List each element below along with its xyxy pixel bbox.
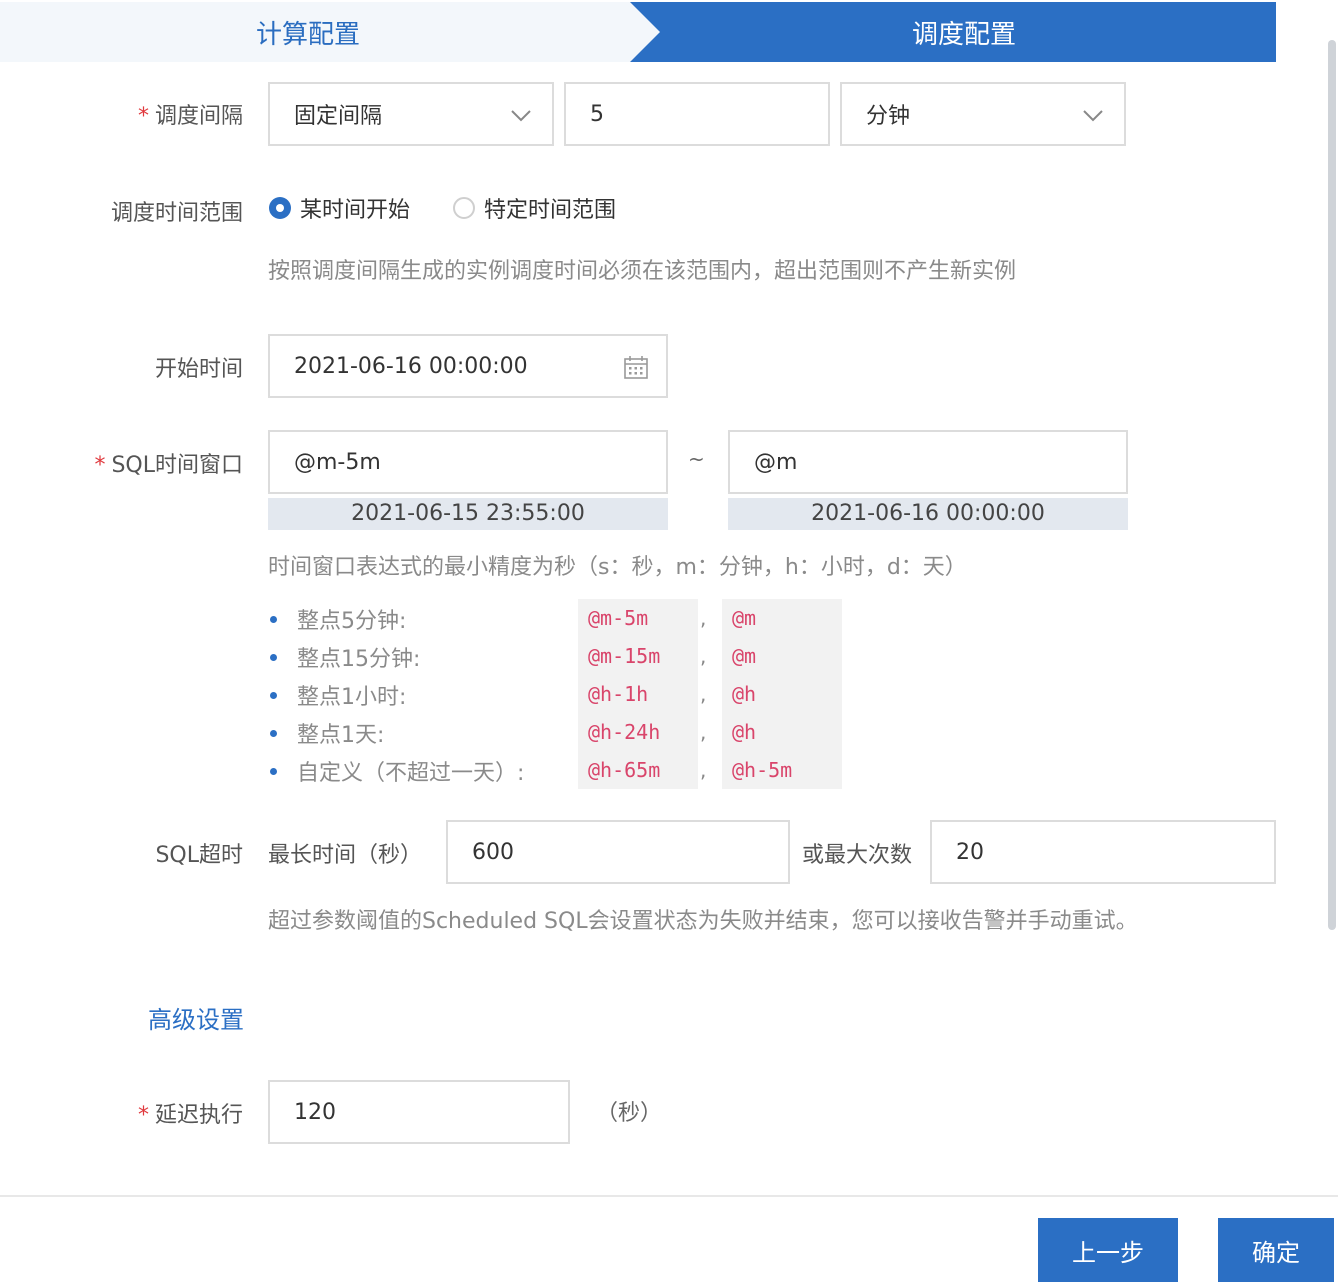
bullet-icon (270, 692, 277, 699)
time-range-hint: 按照调度间隔生成的实例调度时间必须在该范围内，超出范围则不产生新实例 (268, 259, 1017, 284)
start-time-picker[interactable]: 2021-06-16 00:00:00 (268, 334, 668, 398)
advanced-settings-link[interactable]: 高级设置 (148, 1000, 244, 1035)
sql-window-to-input[interactable]: @m (728, 430, 1128, 494)
delay-input[interactable]: 120 (268, 1080, 570, 1144)
calendar-icon[interactable] (624, 356, 648, 380)
max-time-label: 最长时间（秒） (268, 843, 423, 868)
time-range-label: 调度时间范围 (110, 201, 243, 226)
sql-window-label: * SQL时间窗口 (94, 453, 243, 478)
interval-number-value: 5 (590, 101, 604, 127)
interval-unit-select[interactable]: 分钟 (840, 82, 1126, 146)
bullet-icon (270, 730, 277, 737)
delay-label: * 延迟执行 (137, 1103, 243, 1128)
sql-window-to-value: @m (754, 449, 798, 475)
example-comma: , (700, 720, 707, 744)
interval-type-select[interactable]: 固定间隔 (268, 82, 554, 146)
sql-window-hint: 时间窗口表达式的最小精度为秒（s：秒，m：分钟，h：小时，d：天） (268, 555, 967, 580)
vertical-scrollbar[interactable] (1328, 40, 1336, 930)
radio-start-from-time[interactable] (269, 197, 291, 219)
max-count-input[interactable]: 20 (930, 820, 1276, 884)
radio-start-from-time-label[interactable]: 某时间开始 (300, 192, 410, 224)
example-from-code: @m-15m (578, 637, 698, 675)
interval-unit-value: 分钟 (866, 104, 911, 129)
radio-specific-range[interactable] (453, 197, 475, 219)
example-label: 整点5分钟: (297, 609, 407, 634)
bullet-icon (270, 768, 277, 775)
prev-step-button[interactable]: 上一步 (1038, 1218, 1178, 1282)
confirm-button[interactable]: 确定 (1218, 1218, 1334, 1282)
example-from-code: @h-24h (578, 713, 698, 751)
example-label: 整点1小时: (297, 685, 407, 710)
max-count-label: 或最大次数 (802, 843, 913, 868)
example-to-code: @h-5m (722, 751, 842, 789)
sql-timeout-label: SQL超时 (155, 843, 243, 868)
example-from-code: @m-5m (578, 599, 698, 637)
sql-timeout-hint: 超过参数阈值的Scheduled SQL会设置状态为失败并结束，您可以接收告警并… (268, 909, 1138, 934)
example-comma: , (700, 606, 707, 630)
example-label: 自定义（不超过一天）: (297, 761, 525, 786)
start-time-value: 2021-06-16 00:00:00 (294, 353, 528, 379)
example-label: 整点1天: (297, 723, 385, 748)
max-time-value: 600 (472, 839, 514, 865)
chevron-down-icon (511, 110, 531, 122)
step-compute-config-label: 计算配置 (256, 20, 361, 50)
start-time-label: 开始时间 (154, 357, 243, 382)
step-schedule-config-label: 调度配置 (912, 20, 1017, 50)
example-to-code: @m (722, 599, 842, 637)
bullet-icon (270, 654, 277, 661)
delay-value: 120 (294, 1099, 336, 1125)
chevron-down-icon (1083, 110, 1103, 122)
example-to-code: @m (722, 637, 842, 675)
sql-window-from-input[interactable]: @m-5m (268, 430, 668, 494)
example-comma: , (700, 758, 707, 782)
example-to-code: @h (722, 713, 842, 751)
interval-number-input[interactable]: 5 (564, 82, 830, 146)
max-count-value: 20 (956, 839, 984, 865)
range-separator: ~ (688, 447, 705, 471)
schedule-interval-label: * 调度间隔 (137, 104, 243, 129)
footer-divider (0, 1195, 1338, 1197)
example-from-code: @h-1h (578, 675, 698, 713)
interval-type-value: 固定间隔 (294, 104, 383, 129)
radio-specific-range-label[interactable]: 特定时间范围 (484, 192, 616, 224)
example-from-code: @h-65m (578, 751, 698, 789)
sql-window-from-value: @m-5m (294, 449, 381, 475)
max-time-input[interactable]: 600 (446, 820, 790, 884)
bullet-icon (270, 616, 277, 623)
example-comma: , (700, 644, 707, 668)
delay-unit: （秒） (596, 1101, 663, 1126)
sql-window-to-preview: 2021-06-16 00:00:00 (728, 498, 1128, 530)
sql-window-from-preview: 2021-06-15 23:55:00 (268, 498, 668, 530)
steps-header: 计算配置 调度配置 (0, 2, 1276, 62)
example-label: 整点15分钟: (297, 647, 421, 672)
example-comma: , (700, 682, 707, 706)
example-to-code: @h (722, 675, 842, 713)
